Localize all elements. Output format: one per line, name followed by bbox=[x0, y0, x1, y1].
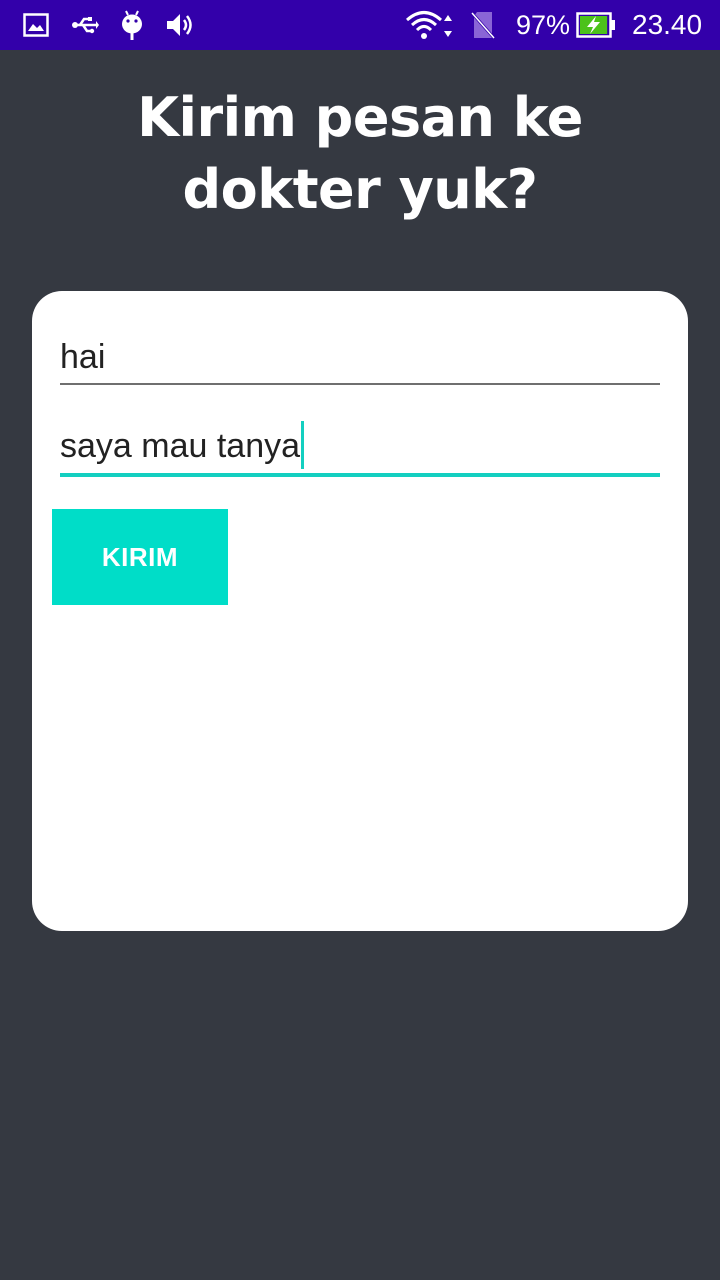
image-icon bbox=[22, 0, 50, 50]
volume-icon bbox=[164, 0, 196, 50]
wifi-icon bbox=[404, 0, 458, 50]
message-field-text: saya mau tanya bbox=[60, 421, 305, 469]
page-title: Kirim pesan ke dokter yuk? bbox=[137, 86, 583, 221]
message-field-underline bbox=[60, 473, 660, 477]
no-sim-icon bbox=[468, 0, 498, 50]
status-bar: 97% 23.40 bbox=[0, 0, 720, 50]
message-field-value: saya mau tanya bbox=[60, 427, 301, 465]
name-field-underline bbox=[60, 383, 660, 385]
name-field-value: hai bbox=[60, 338, 106, 376]
send-button[interactable]: KIRIM bbox=[52, 509, 228, 605]
usb-icon bbox=[70, 0, 100, 50]
clock: 23.40 bbox=[632, 9, 703, 40]
battery-charging-icon bbox=[576, 0, 616, 50]
message-field[interactable]: saya mau tanya bbox=[60, 421, 660, 477]
android-debug-icon bbox=[118, 0, 146, 50]
name-field[interactable]: hai bbox=[60, 337, 660, 385]
battery-percent: 97% bbox=[516, 10, 571, 40]
message-form-card: hai saya mau tanya KIRIM bbox=[32, 291, 688, 931]
text-cursor bbox=[301, 421, 305, 469]
